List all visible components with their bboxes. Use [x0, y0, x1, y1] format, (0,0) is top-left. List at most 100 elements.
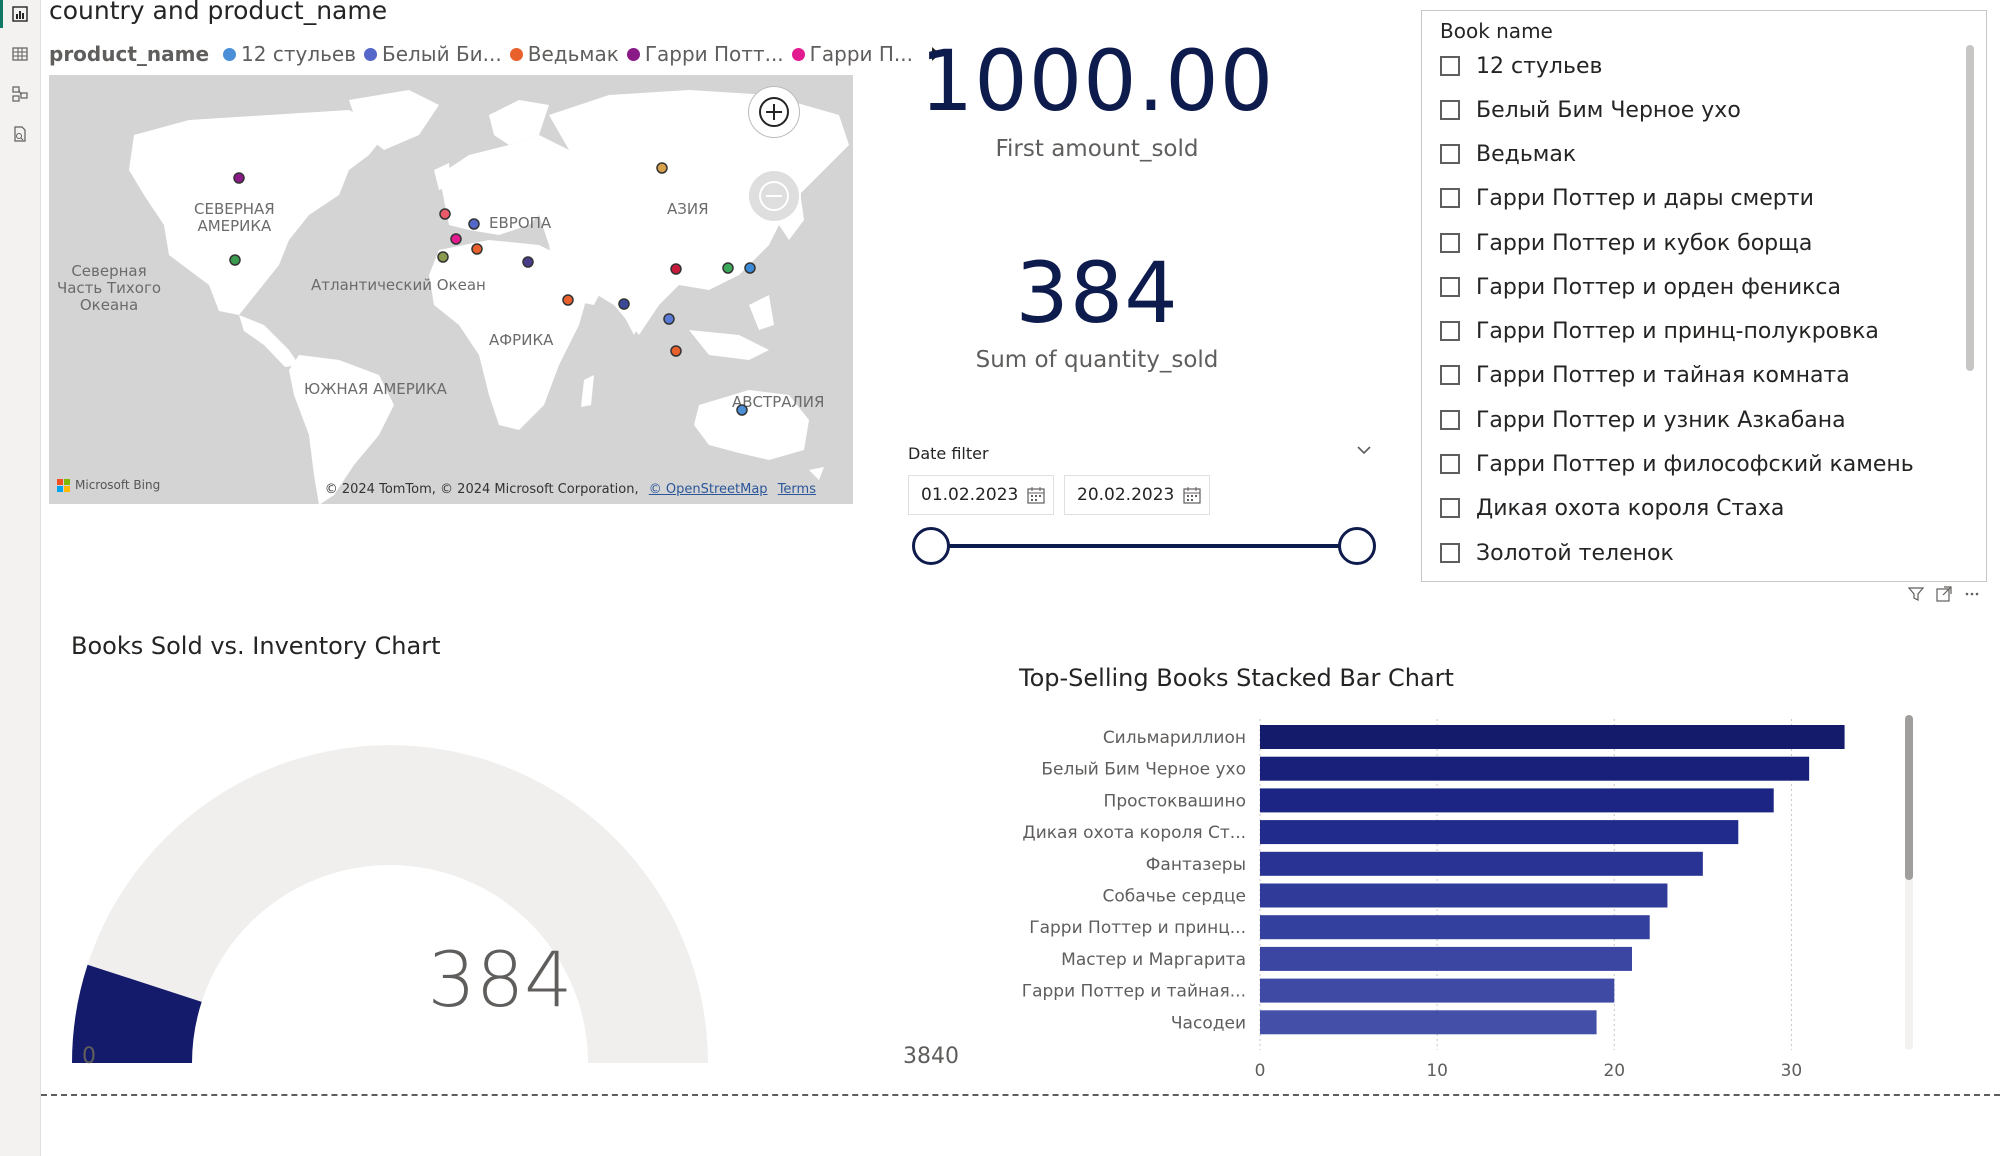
focus-mode-icon[interactable]: [1936, 586, 1952, 602]
gauge-max-label: 3840: [903, 1044, 959, 1069]
slicer-item[interactable]: Гарри Поттер и орден феникса: [1440, 272, 1841, 302]
checkbox[interactable]: [1440, 498, 1460, 518]
slicer-item-label: Белый Бим Черное ухо: [1476, 97, 1741, 123]
slicer-item[interactable]: 12 стульев: [1440, 51, 1602, 81]
end-date-input[interactable]: 20.02.2023: [1064, 475, 1210, 515]
quantity-card-label: Sum of quantity_sold: [975, 347, 1219, 373]
slicer-scrollbar[interactable]: [1966, 45, 1974, 371]
slicer-title: Book name: [1440, 19, 1553, 43]
bar[interactable]: [1260, 1010, 1597, 1035]
bar[interactable]: [1260, 946, 1632, 971]
date-slider-track[interactable]: [930, 544, 1356, 548]
checkbox[interactable]: [1440, 277, 1460, 297]
slicer-item-label: Гарри Поттер и философский камень: [1476, 451, 1914, 477]
checkbox[interactable]: [1440, 100, 1460, 120]
bar-chart[interactable]: 0 10 20 30 Сильмариллион Белый Бим Черное ухо…: [1000, 700, 1940, 1090]
calendar-icon[interactable]: [1183, 486, 1201, 504]
checkbox[interactable]: [1440, 543, 1460, 563]
model-view-icon[interactable]: [10, 84, 30, 104]
x-tick-label: 20: [1603, 1061, 1625, 1081]
start-date-input[interactable]: 01.02.2023: [908, 475, 1054, 515]
slicer-item[interactable]: Гарри Поттер и принц-полукровка: [1440, 316, 1879, 346]
slicer-item-label: Гарри Поттер и орден феникса: [1476, 274, 1841, 300]
slicer-item[interactable]: Гарри Поттер и кубок борща: [1440, 228, 1812, 258]
checkbox[interactable]: [1440, 321, 1460, 341]
slicer-item-label: Гарри Поттер и кубок борща: [1476, 230, 1813, 256]
bar[interactable]: [1260, 725, 1845, 749]
plus-icon: [759, 97, 789, 127]
checkbox[interactable]: [1440, 56, 1460, 76]
terms-link[interactable]: Terms: [778, 482, 816, 497]
bar[interactable]: [1260, 851, 1703, 876]
amount-card-value: 1000.00: [919, 32, 1275, 130]
category-label: Часодеи: [1171, 1013, 1246, 1033]
x-tick-label: 30: [1781, 1061, 1803, 1081]
legend-item[interactable]: Белый Би...: [363, 42, 502, 66]
minus-icon: [759, 181, 789, 211]
legend-dot: [223, 47, 237, 61]
dax-query-icon[interactable]: [10, 124, 30, 144]
map-point: [450, 233, 462, 245]
bar[interactable]: [1260, 756, 1810, 781]
category-label: Сильмариллион: [1103, 728, 1246, 748]
slicer-item[interactable]: Золотой теленок: [1440, 538, 1674, 568]
slicer-item[interactable]: Гарри Поттер и тайная комната: [1440, 360, 1850, 390]
report-view-icon[interactable]: [10, 4, 30, 24]
slicer-item[interactable]: Гарри Поттер и дары смерти: [1440, 183, 1814, 213]
map-zoom-out-button[interactable]: [749, 171, 799, 221]
bar[interactable]: [1260, 915, 1650, 940]
date-slider-start-handle[interactable]: [912, 527, 950, 565]
visual-header-tools: [1908, 586, 1980, 602]
page-divider: [41, 1094, 2000, 1096]
slicer-item-label: Гарри Поттер и принц-полукровка: [1476, 318, 1879, 344]
slicer-item-label: Ведьмак: [1476, 141, 1577, 167]
checkbox[interactable]: [1440, 188, 1460, 208]
legend-item[interactable]: Гарри Потт...: [626, 42, 784, 66]
checkbox[interactable]: [1440, 365, 1460, 385]
slicer-item[interactable]: Ведьмак: [1440, 139, 1576, 169]
checkbox[interactable]: [1440, 144, 1460, 164]
legend-item[interactable]: Гарри П...: [791, 42, 913, 66]
slicer-item[interactable]: Гарри Поттер и узник Азкабана: [1440, 405, 1846, 435]
slicer-item[interactable]: Гарри Поттер и философский камень: [1440, 449, 1914, 479]
checkbox[interactable]: [1440, 233, 1460, 253]
date-filter-title: Date filter: [908, 444, 989, 463]
slicer-item-label: Дикая охота короля Стаха: [1476, 495, 1785, 521]
map-point: [663, 313, 675, 325]
date-slider-end-handle[interactable]: [1338, 527, 1376, 565]
legend-item[interactable]: 12 стульев: [223, 42, 356, 66]
more-options-icon[interactable]: [1964, 586, 1980, 602]
category-label: Мастер и Маргарита: [1061, 950, 1246, 970]
bar[interactable]: [1260, 883, 1668, 908]
calendar-icon[interactable]: [1027, 486, 1045, 504]
slicer-item[interactable]: Белый Бим Черное ухо: [1440, 95, 1741, 125]
category-label: Гарри Поттер и тайная...: [1022, 982, 1246, 1002]
legend-label: 12 стульев: [241, 42, 356, 66]
bar[interactable]: [1260, 788, 1774, 813]
checkbox[interactable]: [1440, 454, 1460, 474]
slicer-item-label: Золотой теленок: [1476, 540, 1674, 566]
legend-label: Ведьмак: [527, 42, 619, 66]
map-point: [618, 298, 630, 310]
table-view-icon[interactable]: [10, 44, 30, 64]
map-point: [744, 262, 756, 274]
checkbox[interactable]: [1440, 410, 1460, 430]
bing-logo: Microsoft Bing: [57, 478, 160, 492]
bar[interactable]: [1260, 978, 1615, 1003]
bar-chart-title: Top-Selling Books Stacked Bar Chart: [1019, 664, 1454, 692]
active-view-indicator: [0, 0, 3, 28]
osm-link[interactable]: © OpenStreetMap: [649, 482, 768, 497]
legend-item[interactable]: Ведьмак: [509, 42, 619, 66]
category-label: Собачье сердце: [1103, 887, 1246, 907]
map-canvas[interactable]: СЕВЕРНАЯ АМЕРИКА Северная Часть Тихого Океа…: [49, 75, 853, 504]
bar[interactable]: [1260, 820, 1739, 845]
amount-card-label: First amount_sold: [995, 136, 1199, 162]
map-point: [437, 251, 449, 263]
chevron-down-icon[interactable]: [1354, 440, 1374, 460]
filter-icon[interactable]: [1908, 586, 1924, 602]
chart-scrollbar-thumb[interactable]: [1905, 715, 1913, 880]
map-title: country and product_name: [49, 0, 388, 25]
slicer-item[interactable]: Дикая охота короля Стаха: [1440, 493, 1784, 523]
category-label: Дикая охота короля Ст...: [1022, 823, 1246, 843]
map-zoom-in-button[interactable]: [749, 87, 799, 137]
